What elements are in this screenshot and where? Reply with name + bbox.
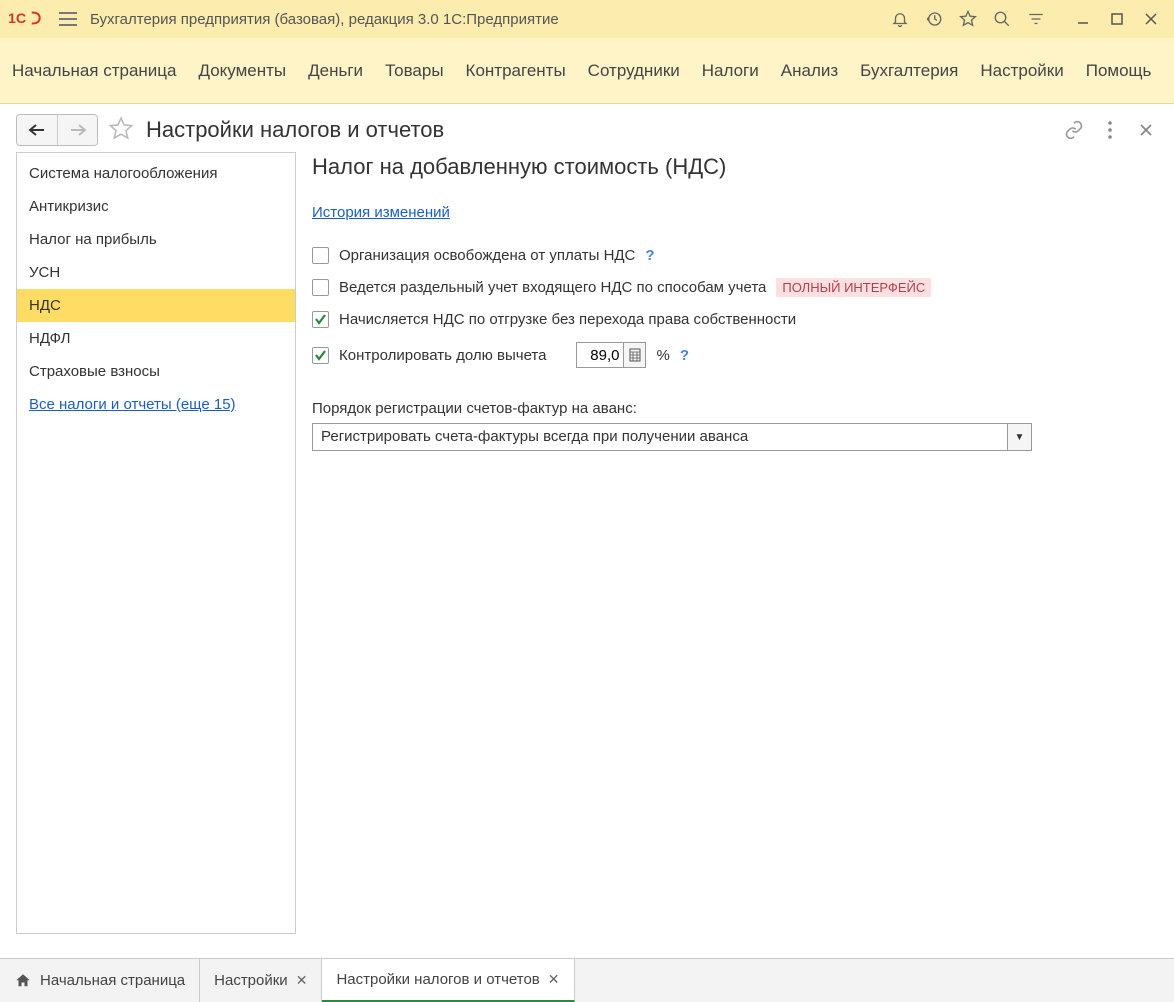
label-exempt-nds: Организация освобождена от уплаты НДС — [339, 247, 635, 264]
sidebar: Система налогообложения Антикризис Налог… — [16, 152, 296, 934]
tab-settings[interactable]: Настройки ✕ — [200, 959, 322, 1002]
sidebar-item-ndfl[interactable]: НДФЛ — [17, 322, 295, 355]
nav-item[interactable]: Бухгалтерия — [860, 61, 958, 81]
history-link[interactable]: История изменений — [312, 204, 450, 221]
label-control-deduction: Контролировать долю вычета — [339, 347, 546, 364]
badge-full-interface: ПОЛНЫЙ ИНТЕРФЕЙС — [776, 278, 931, 297]
percent-label: % — [656, 347, 669, 364]
tab-label: Настройки налогов и отчетов — [336, 971, 539, 988]
nav-item[interactable]: Помощь — [1086, 61, 1152, 81]
nav-item[interactable]: Настройки — [980, 61, 1063, 81]
checkbox-exempt-nds[interactable] — [312, 247, 329, 264]
window-controls — [1068, 5, 1166, 33]
logo-1c-icon: 1С — [8, 7, 46, 31]
nav-item[interactable]: Товары — [385, 61, 443, 81]
nav-item[interactable]: Деньги — [308, 61, 363, 81]
nav-item[interactable]: Анализ — [781, 61, 838, 81]
sidebar-item-tax-system[interactable]: Система налогообложения — [17, 157, 295, 190]
link-icon[interactable] — [1062, 118, 1086, 142]
checkbox-separate-accounting[interactable] — [312, 279, 329, 296]
content: Система налогообложения Антикризис Налог… — [0, 152, 1174, 950]
history-icon[interactable] — [920, 5, 948, 33]
nav-item[interactable]: Контрагенты — [466, 61, 566, 81]
row-control-deduction: Контролировать долю вычета % ? — [312, 342, 1158, 368]
checkbox-nds-on-shipment[interactable] — [312, 311, 329, 328]
chevron-down-icon[interactable]: ▼ — [1007, 424, 1031, 450]
nav-item[interactable]: Налоги — [702, 61, 759, 81]
tab-label: Настройки — [214, 972, 288, 989]
page-header: Настройки налогов и отчетов — [0, 104, 1174, 152]
row-nds-on-shipment: Начисляется НДС по отгрузке без перехода… — [312, 311, 1158, 328]
close-window-button[interactable] — [1136, 5, 1166, 33]
more-icon[interactable] — [1098, 118, 1122, 142]
label-nds-on-shipment: Начисляется НДС по отгрузке без перехода… — [339, 311, 796, 328]
select-value: Регистрировать счета-фактуры всегда при … — [313, 424, 1007, 450]
home-icon — [14, 972, 32, 990]
favorite-icon[interactable] — [108, 116, 136, 144]
menu-icon[interactable] — [56, 7, 80, 31]
close-icon[interactable]: ✕ — [548, 971, 560, 988]
minimize-button[interactable] — [1068, 5, 1098, 33]
bell-icon[interactable] — [886, 5, 914, 33]
calculator-icon[interactable] — [623, 343, 645, 367]
svg-text:1С: 1С — [8, 11, 26, 27]
section-heading: Налог на добавленную стоимость (НДС) — [312, 154, 1158, 180]
search-icon[interactable] — [988, 5, 1016, 33]
nav-item[interactable]: Начальная страница — [12, 61, 177, 81]
bottom-tabs: Начальная страница Настройки ✕ Настройки… — [0, 958, 1174, 1002]
main-nav: Начальная страница Документы Деньги Това… — [0, 38, 1174, 104]
invoice-order-block: Порядок регистрации счетов-фактур на ава… — [312, 382, 1158, 451]
tab-tax-settings[interactable]: Настройки налогов и отчетов ✕ — [322, 959, 574, 1002]
tab-label: Начальная страница — [40, 972, 185, 989]
checkbox-control-deduction[interactable] — [312, 347, 329, 364]
sidebar-item-usn[interactable]: УСН — [17, 256, 295, 289]
nav-item[interactable]: Документы — [199, 61, 287, 81]
titlebar-actions — [886, 5, 1050, 33]
maximize-button[interactable] — [1102, 5, 1132, 33]
tab-home[interactable]: Начальная страница — [0, 959, 200, 1002]
window-title: Бухгалтерия предприятия (базовая), редак… — [90, 11, 876, 28]
invoice-order-label: Порядок регистрации счетов-фактур на ава… — [312, 400, 1158, 417]
sidebar-item-insurance[interactable]: Страховые взносы — [17, 355, 295, 388]
form-area: Организация освобождена от уплаты НДС ? … — [312, 247, 1158, 451]
deduction-input-group — [576, 342, 646, 368]
row-separate-accounting: Ведется раздельный учет входящего НДС по… — [312, 278, 1158, 297]
help-icon[interactable]: ? — [680, 347, 689, 364]
invoice-order-select[interactable]: Регистрировать счета-фактуры всегда при … — [312, 423, 1032, 451]
sidebar-all-link[interactable]: Все налоги и отчеты (еще 15) — [17, 388, 295, 421]
deduction-input[interactable] — [577, 347, 623, 364]
label-separate-accounting: Ведется раздельный учет входящего НДС по… — [339, 279, 766, 296]
star-icon[interactable] — [954, 5, 982, 33]
back-button[interactable] — [17, 115, 57, 145]
row-exempt-nds: Организация освобождена от уплаты НДС ? — [312, 247, 1158, 264]
main-panel: Налог на добавленную стоимость (НДС) Ист… — [296, 152, 1158, 934]
nav-arrows — [16, 114, 98, 146]
sidebar-item-profit-tax[interactable]: Налог на прибыль — [17, 223, 295, 256]
sidebar-item-nds[interactable]: НДС — [17, 289, 295, 322]
page-title: Настройки налогов и отчетов — [146, 117, 1052, 143]
close-page-icon[interactable] — [1134, 118, 1158, 142]
forward-button[interactable] — [57, 115, 97, 145]
page-header-actions — [1062, 118, 1158, 142]
filter-icon[interactable] — [1022, 5, 1050, 33]
titlebar: 1С Бухгалтерия предприятия (базовая), ре… — [0, 0, 1174, 38]
help-icon[interactable]: ? — [645, 247, 654, 264]
nav-item[interactable]: Сотрудники — [588, 61, 680, 81]
close-icon[interactable]: ✕ — [296, 972, 308, 989]
sidebar-item-anticrisis[interactable]: Антикризис — [17, 190, 295, 223]
